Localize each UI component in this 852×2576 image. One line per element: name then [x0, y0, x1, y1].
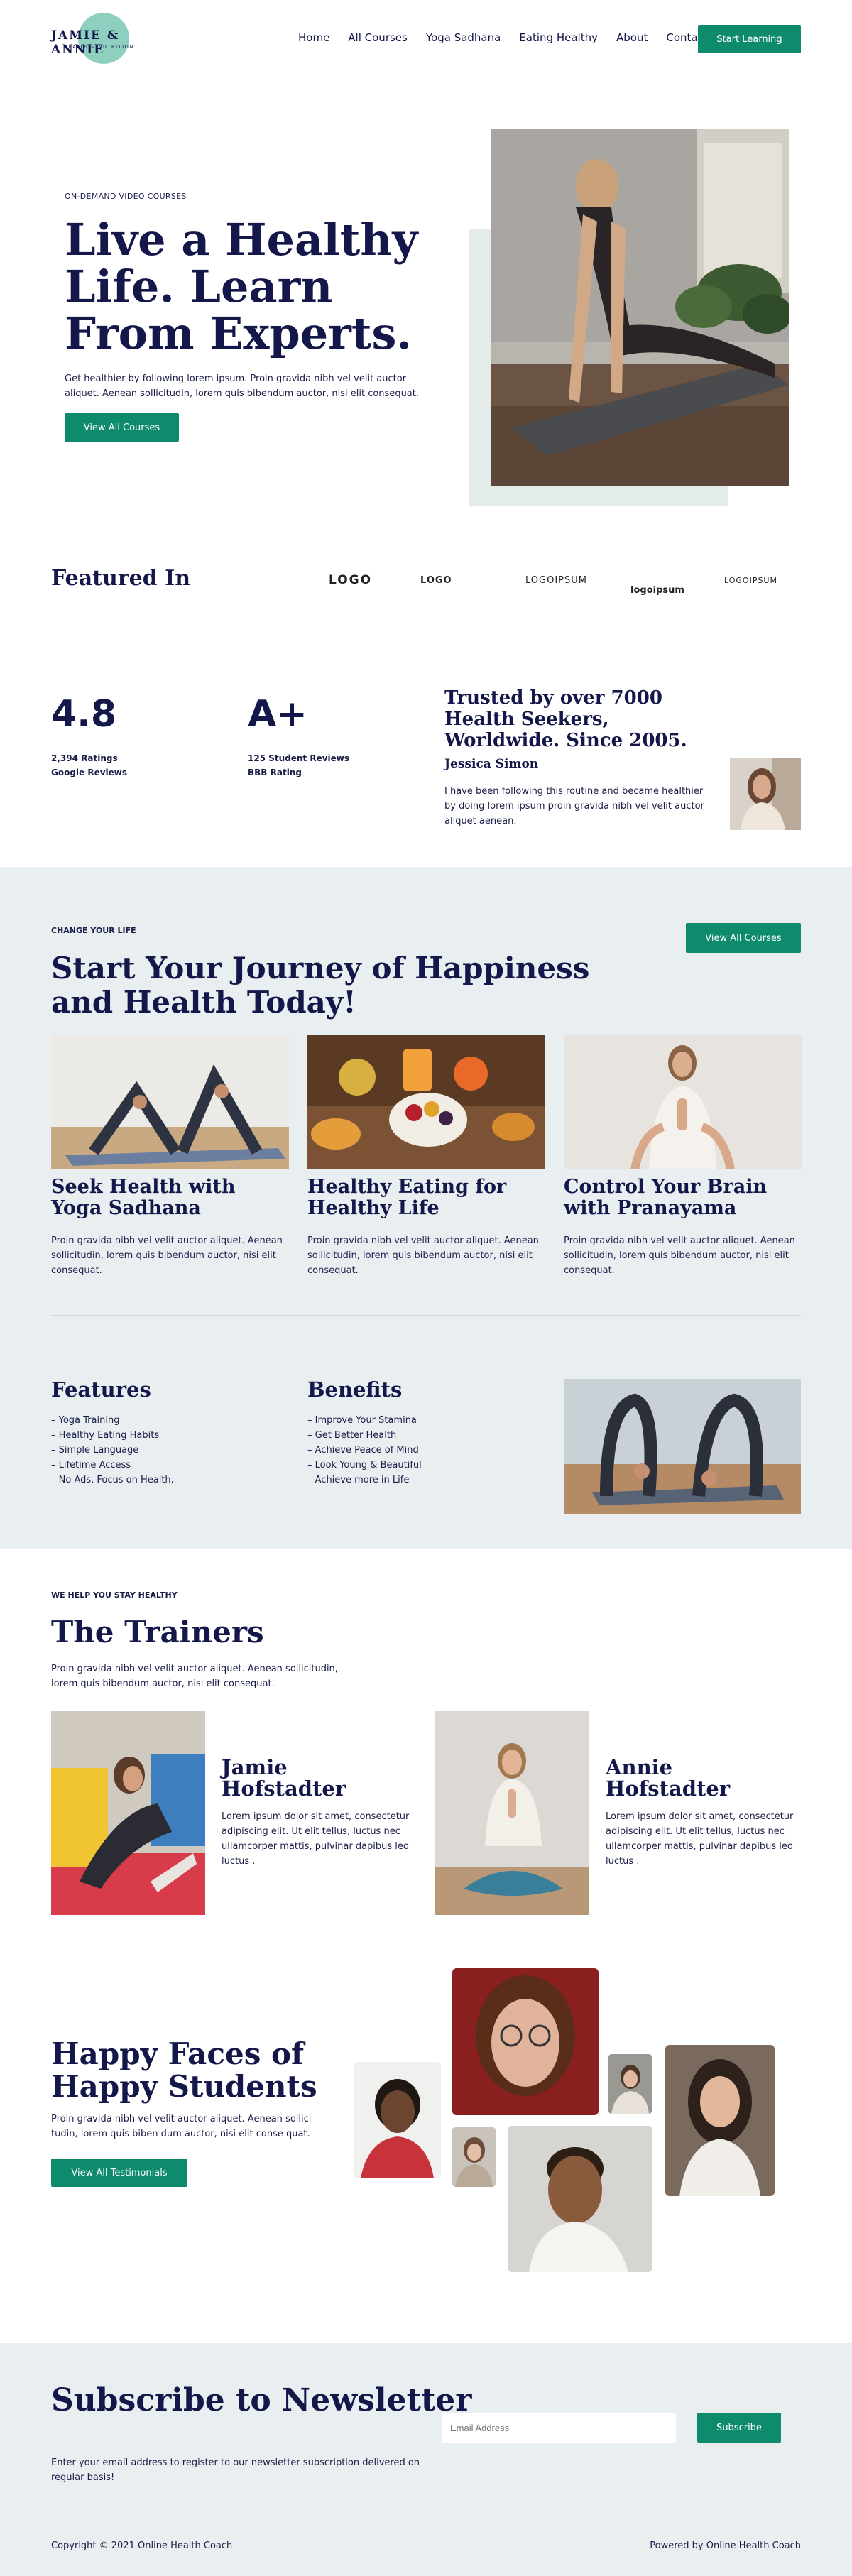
view-all-testimonials-button[interactable]: View All Testimonials — [51, 2159, 187, 2187]
benefits-item: – Achieve more in Life — [307, 1475, 410, 1485]
section-divider — [51, 1315, 801, 1316]
features-yoga-image — [564, 1379, 801, 1514]
nav-home[interactable]: Home — [298, 31, 329, 44]
trainer-photo-jamie — [51, 1711, 205, 1915]
trainer-text-annie: Lorem ipsum dolor sit amet, consectetur … — [606, 1811, 794, 1867]
features-list: – Yoga Training – Healthy Eating Habits … — [51, 1413, 174, 1488]
course-card-eating[interactable]: Healthy Eating for Healthy Life Proin gr… — [307, 1035, 545, 1278]
partner-logo-1: LOGO — [329, 573, 373, 587]
nav-yoga-sadhana[interactable]: Yoga Sadhana — [426, 31, 501, 44]
testimonial-title: Trusted by over 7000 Health Seekers, Wor… — [444, 687, 687, 751]
view-all-courses-button[interactable]: View All Courses — [65, 413, 179, 442]
nav-eating-healthy[interactable]: Eating Healthy — [519, 31, 598, 44]
hero-subtitle: Get healthier by following lorem ipsum. … — [65, 373, 420, 399]
trainers-subtitle: Proin gravida nibh vel velit auctor aliq… — [51, 1664, 338, 1689]
nav-about[interactable]: About — [616, 31, 648, 44]
partner-logo-3: LOGOIPSUM — [525, 574, 587, 586]
hero-title: Live a Healthy Life. Learn From Experts. — [65, 214, 418, 359]
features-item: – Lifetime Access — [51, 1460, 131, 1470]
logo-main-text: JAMIE & ANNIE — [51, 28, 120, 57]
course-title-pranayama: Control Your Brain with Pranayama — [564, 1176, 768, 1219]
grade-source: BBB Rating — [248, 768, 302, 777]
benefits-title: Benefits — [307, 1377, 403, 1402]
course-text-eating: Proin gravida nibh vel velit auctor aliq… — [307, 1235, 539, 1276]
features-item: – Yoga Training — [51, 1415, 120, 1426]
hero-pretitle: ON-DEMAND VIDEO COURSES — [65, 192, 187, 201]
course-title-eating: Healthy Eating for Healthy Life — [307, 1176, 507, 1219]
benefits-list: – Improve Your Stamina – Get Better Heal… — [307, 1413, 422, 1488]
course-title-yoga: Seek Health with Yoga Sadhana — [51, 1176, 236, 1219]
student-photo-2 — [452, 1968, 599, 2115]
email-input[interactable] — [442, 2413, 676, 2443]
logo-sub-text: HEALTH & NUTRITION — [64, 44, 134, 50]
happy-faces-title: Happy Faces of Happy Students — [51, 2036, 317, 2104]
partner-logo-5: LOGOIPSUM — [724, 575, 777, 585]
student-photo-3 — [608, 2054, 652, 2114]
course-text-pranayama: Proin gravida nibh vel velit auctor aliq… — [564, 1235, 795, 1276]
main-nav: Home All Courses Yoga Sadhana Eating Hea… — [298, 31, 726, 44]
start-learning-button[interactable]: Start Learning — [698, 25, 801, 53]
site-logo[interactable]: JAMIE & ANNIE HEALTH & NUTRITION — [51, 13, 143, 65]
journey-pretitle: CHANGE YOUR LIFE — [51, 926, 136, 935]
course-card-pranayama[interactable]: Control Your Brain with Pranayama Proin … — [564, 1035, 802, 1278]
copyright-text: Copyright © 2021 Online Health Coach — [51, 2540, 233, 2551]
course-image-pranayama — [564, 1035, 802, 1169]
testimonial-text: I have been following this routine and b… — [444, 786, 704, 826]
student-photo-1 — [354, 2062, 441, 2178]
features-item: – No Ads. Focus on Health. — [51, 1475, 174, 1485]
trainer-photo-annie — [435, 1711, 589, 1915]
subscribe-button[interactable]: Subscribe — [697, 2413, 781, 2443]
happy-faces-subtitle: Proin gravida nibh vel velit auctor aliq… — [51, 2114, 312, 2139]
newsletter-title: Subscribe to Newsletter — [51, 2382, 472, 2418]
partner-logo-4: logoipsum — [630, 584, 684, 596]
benefits-item: – Achieve Peace of Mind — [307, 1445, 419, 1456]
hero-yoga-image — [491, 129, 789, 486]
site-header: JAMIE & ANNIE HEALTH & NUTRITION Home Al… — [0, 0, 852, 78]
benefits-item: – Look Young & Beautiful — [307, 1460, 422, 1470]
trainers-title: The Trainers — [51, 1615, 264, 1649]
course-image-yoga — [51, 1035, 289, 1169]
benefits-item: – Get Better Health — [307, 1430, 397, 1441]
benefits-item: – Improve Your Stamina — [307, 1415, 417, 1426]
nav-all-courses[interactable]: All Courses — [348, 31, 408, 44]
newsletter-text: Enter your email address to register to … — [51, 2457, 420, 2483]
features-item: – Healthy Eating Habits — [51, 1430, 160, 1441]
trainers-pretitle: WE HELP YOU STAY HEALTHY — [51, 1590, 178, 1600]
rating-value: 4.8 — [51, 693, 117, 736]
grade-value: A+ — [248, 693, 307, 736]
grade-reviews: 125 Student Reviews — [248, 753, 350, 763]
journey-title: Start Your Journey of Happiness and Heal… — [51, 951, 590, 1020]
student-photo-4 — [452, 2127, 496, 2187]
features-title: Features — [51, 1377, 151, 1402]
testimonial-avatar — [730, 758, 801, 830]
trainer-name-jamie: Jamie Hofstadter — [222, 1755, 346, 1801]
trainer-text-jamie: Lorem ipsum dolor sit amet, consectetur … — [222, 1811, 410, 1867]
course-text-yoga: Proin gravida nibh vel velit auctor aliq… — [51, 1235, 283, 1276]
journey-view-all-courses-button[interactable]: View All Courses — [686, 923, 801, 953]
partner-logo-2: LOGO — [420, 574, 452, 586]
course-card-yoga[interactable]: Seek Health with Yoga Sadhana Proin grav… — [51, 1035, 289, 1278]
features-item: – Simple Language — [51, 1445, 139, 1456]
rating-source: Google Reviews — [51, 768, 128, 777]
rating-count: 2,394 Ratings — [51, 753, 118, 763]
course-image-eating — [307, 1035, 545, 1169]
student-photo-5 — [508, 2126, 652, 2272]
featured-in-title: Featured In — [51, 566, 191, 591]
testimonial-name: Jessica Simon — [444, 757, 539, 771]
trainer-name-annie: Annie Hofstadter — [606, 1755, 731, 1801]
powered-by-text: Powered by Online Health Coach — [650, 2540, 801, 2551]
student-photo-6 — [665, 2045, 775, 2196]
